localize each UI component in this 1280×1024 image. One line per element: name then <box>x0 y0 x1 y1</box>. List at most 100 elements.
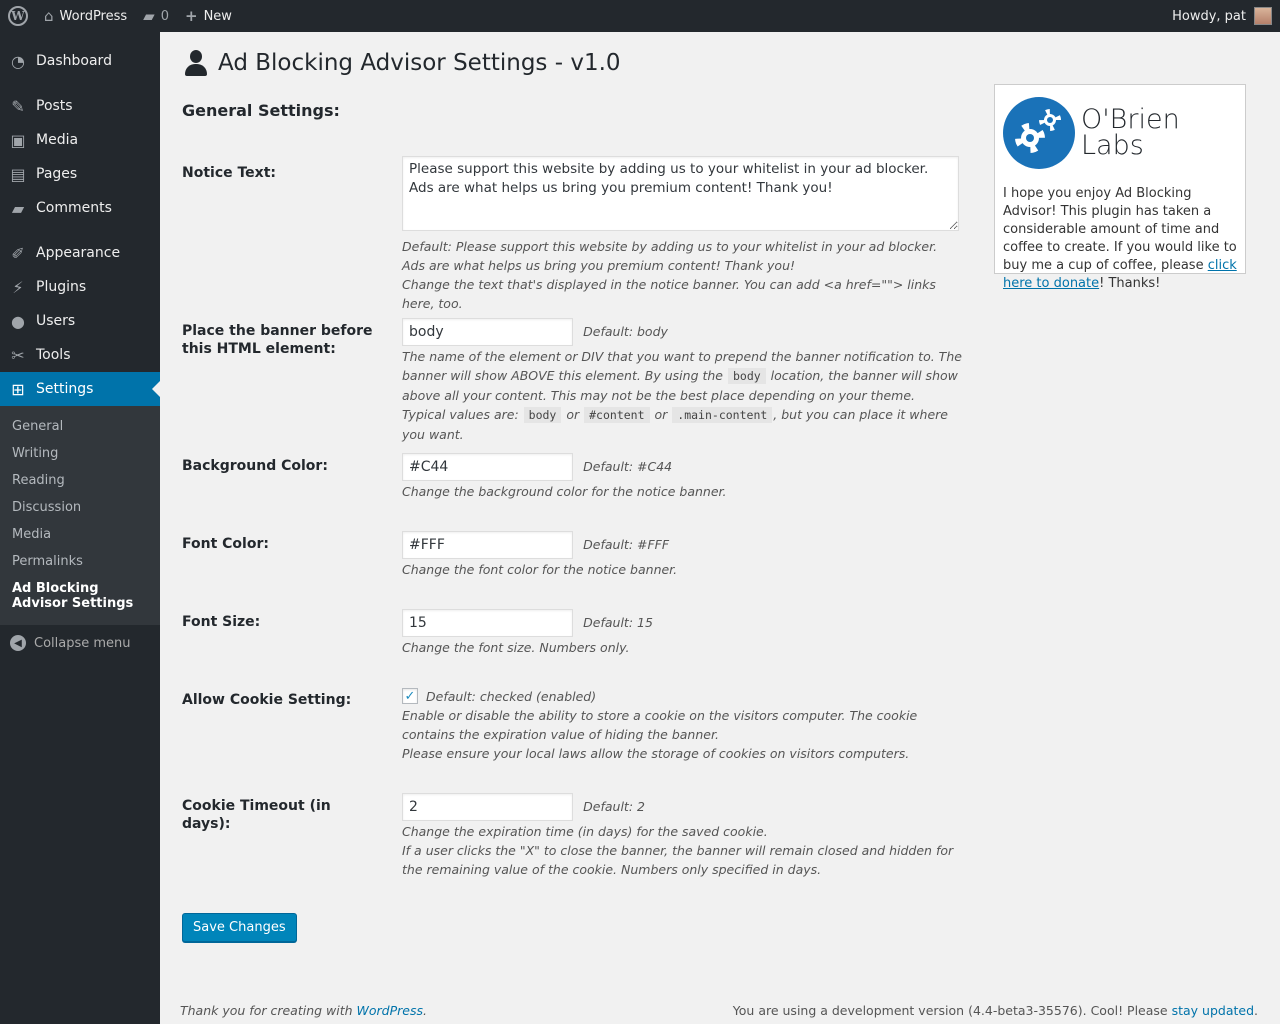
wrench-icon: ✂ <box>11 345 25 365</box>
stay-updated-link[interactable]: stay updated <box>1172 1003 1254 1018</box>
collapse-arrow-icon: ◀ <box>10 635 26 651</box>
new-label: New <box>203 8 232 24</box>
banner-element-default: Default: body <box>583 324 668 339</box>
user-icon: ● <box>11 311 25 331</box>
cookie-setting-checkbox[interactable]: ✓ <box>402 688 418 704</box>
footer-thankyou: Thank you for creating with WordPress. <box>180 1003 427 1018</box>
cookie-setting-label: Allow Cookie Setting: <box>182 692 352 708</box>
menu-item-posts[interactable]: ✎ Posts <box>0 89 160 123</box>
comment-icon: ▰ <box>11 198 25 218</box>
settings-icon: ⊞ <box>11 379 25 399</box>
comment-icon: ▰ <box>143 7 155 25</box>
banner-element-description: The name of the element or DIV that you … <box>402 349 962 442</box>
code-content: #content <box>584 407 650 423</box>
submenu-general[interactable]: General <box>0 413 160 440</box>
wordpress-logo-icon[interactable]: W <box>0 0 36 32</box>
cookie-timeout-input[interactable] <box>402 793 573 821</box>
collapse-label: Collapse menu <box>34 635 131 651</box>
comments-count: 0 <box>160 8 169 24</box>
comments-link[interactable]: ▰ 0 <box>135 0 177 32</box>
font-size-description: Change the font size. Numbers only. <box>402 640 630 655</box>
donate-message: I hope you enjoy Ad Blocking Advisor! Th… <box>1003 186 1237 291</box>
user-icon <box>184 50 208 76</box>
home-icon: ⌂ <box>44 7 54 25</box>
background-color-default: Default: #C44 <box>583 459 673 474</box>
new-content-link[interactable]: + New <box>177 0 240 32</box>
code-body: body <box>727 368 766 384</box>
section-title: General Settings: <box>182 101 340 120</box>
menu-label: Plugins <box>36 279 87 295</box>
cookie-timeout-description: Change the expiration time (in days) for… <box>402 824 768 839</box>
menu-item-appearance[interactable]: ✐ Appearance <box>0 236 160 270</box>
gears-icon <box>1003 97 1075 169</box>
menu-item-media[interactable]: ▣ Media <box>0 123 160 157</box>
howdy-text: Howdy, pat <box>1172 8 1246 24</box>
notice-text-textarea[interactable]: Please support this website by adding us… <box>402 156 959 231</box>
cookie-setting-note: Please ensure your local laws allow the … <box>402 746 910 761</box>
avatar <box>1254 7 1272 25</box>
background-color-description: Change the background color for the noti… <box>402 484 727 499</box>
cookie-timeout-note: If a user clicks the "X" to close the ba… <box>402 843 954 877</box>
cookie-setting-description: Enable or disable the ability to store a… <box>402 708 918 742</box>
font-size-default: Default: 15 <box>583 615 653 630</box>
site-name-link[interactable]: ⌂ WordPress <box>36 0 135 32</box>
dashboard-icon: ◔ <box>11 51 25 71</box>
menu-label: Posts <box>36 98 73 114</box>
brush-icon: ✐ <box>11 243 25 263</box>
media-icon: ▣ <box>10 130 26 150</box>
font-size-label: Font Size: <box>182 614 261 630</box>
plug-icon: ⚡ <box>12 277 24 297</box>
background-color-input[interactable] <box>402 453 573 481</box>
menu-item-dashboard[interactable]: ◔ Dashboard <box>0 44 160 78</box>
settings-submenu: General Writing Reading Discussion Media… <box>0 406 160 625</box>
submenu-reading[interactable]: Reading <box>0 467 160 494</box>
font-color-description: Change the font color for the notice ban… <box>402 562 678 577</box>
menu-label: Appearance <box>36 245 121 261</box>
cookie-setting-default: Default: checked (enabled) <box>426 688 597 704</box>
plus-icon: + <box>185 7 198 25</box>
main-content: Ad Blocking Advisor Settings - v1.0 Gene… <box>160 32 1280 1024</box>
menu-label: Settings <box>36 381 94 397</box>
banner-element-label: Place the banner before this HTML elemen… <box>182 323 373 357</box>
submenu-media[interactable]: Media <box>0 521 160 548</box>
collapse-menu-button[interactable]: ◀ Collapse menu <box>0 625 160 661</box>
font-color-input[interactable] <box>402 531 573 559</box>
pages-icon: ▤ <box>10 164 26 184</box>
cookie-timeout-label: Cookie Timeout (in days): <box>182 798 331 832</box>
menu-item-pages[interactable]: ▤ Pages <box>0 157 160 191</box>
notice-text-default: Default: Please support this website by … <box>402 239 938 273</box>
submenu-ad-blocking-advisor[interactable]: Ad Blocking Advisor Settings <box>0 575 160 617</box>
menu-label: Media <box>36 132 79 148</box>
code-main-content: .main-content <box>672 407 773 423</box>
menu-label: Comments <box>36 200 112 216</box>
font-color-label: Font Color: <box>182 536 269 552</box>
menu-label: Dashboard <box>36 53 112 69</box>
notice-text-label: Notice Text: <box>182 165 277 181</box>
menu-label: Users <box>36 313 76 329</box>
font-color-default: Default: #FFF <box>583 537 670 552</box>
code-body: body <box>523 407 562 423</box>
menu-item-settings[interactable]: ⊞ Settings <box>0 372 160 406</box>
menu-item-comments[interactable]: ▰ Comments <box>0 191 160 225</box>
obrien-labs-logo: O'Brien Labs <box>1003 93 1237 173</box>
notice-text-description: Change the text that's displayed in the … <box>402 277 936 311</box>
brand-line2: Labs <box>1081 130 1144 161</box>
banner-element-input[interactable] <box>402 318 573 346</box>
menu-label: Pages <box>36 166 78 182</box>
menu-item-users[interactable]: ● Users <box>0 304 160 338</box>
page-title-text: Ad Blocking Advisor Settings - v1.0 <box>218 50 621 76</box>
submenu-writing[interactable]: Writing <box>0 440 160 467</box>
cookie-timeout-default: Default: 2 <box>583 799 645 814</box>
background-color-label: Background Color: <box>182 458 328 474</box>
menu-item-plugins[interactable]: ⚡ Plugins <box>0 270 160 304</box>
menu-label: Tools <box>36 347 71 363</box>
site-name: WordPress <box>59 8 128 24</box>
font-size-input[interactable] <box>402 609 573 637</box>
submenu-permalinks[interactable]: Permalinks <box>0 548 160 575</box>
save-changes-button[interactable]: Save Changes <box>182 913 297 942</box>
my-account-link[interactable]: Howdy, pat <box>1172 7 1280 25</box>
submenu-discussion[interactable]: Discussion <box>0 494 160 521</box>
menu-item-tools[interactable]: ✂ Tools <box>0 338 160 372</box>
wordpress-link[interactable]: WordPress <box>357 1003 423 1018</box>
footer-version: You are using a development version (4.4… <box>732 1003 1258 1018</box>
